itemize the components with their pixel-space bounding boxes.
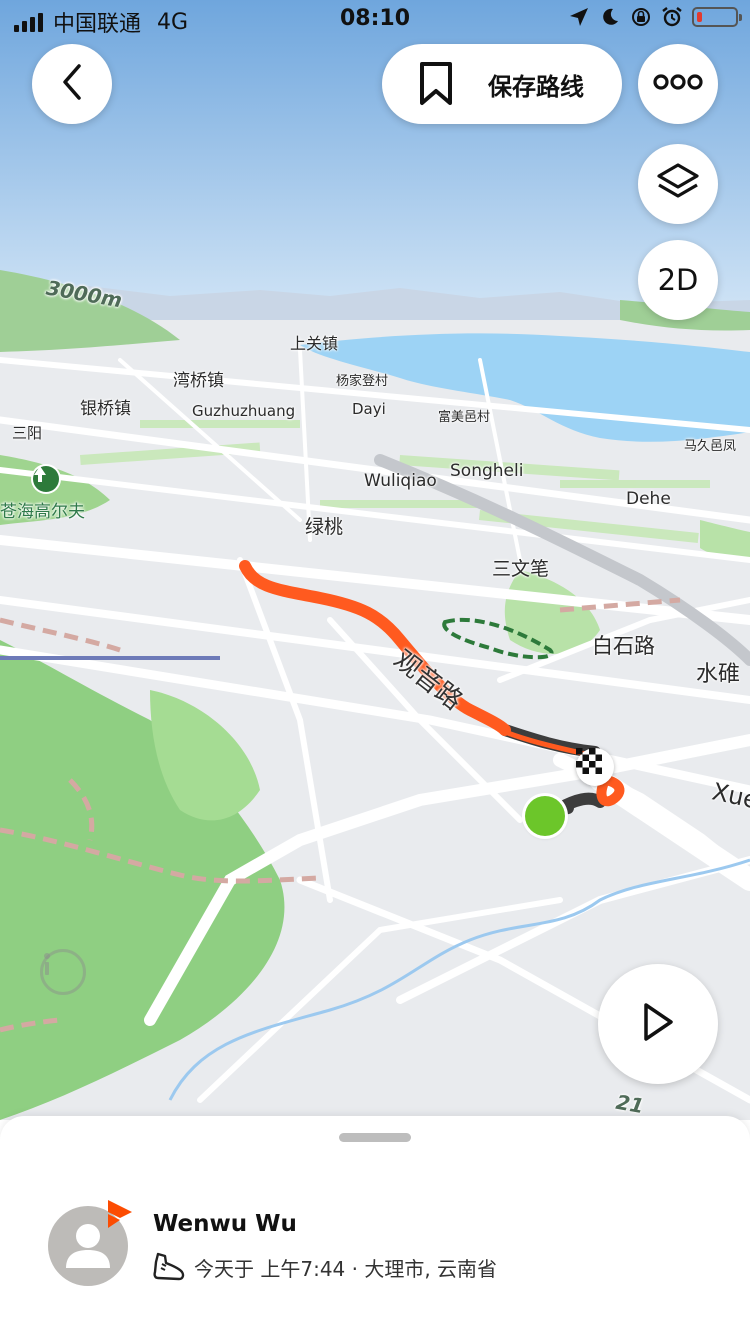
map-label-fumeiyi: 富美邑村 <box>438 410 491 425</box>
map-label-baishilu: 白石路 <box>592 634 655 658</box>
status-bar: 中国联通 4G 08:10 <box>0 0 750 40</box>
activity-bottom-sheet[interactable]: Wenwu Wu 今天于 上午7:44 · 大理市, 云南省 <box>0 1116 750 1334</box>
save-route-button[interactable]: 保存路线 <box>382 44 622 124</box>
location-arrow-icon <box>568 6 590 28</box>
battery-level <box>697 12 702 22</box>
chevron-left-icon <box>59 62 85 106</box>
view-mode-2d-button[interactable]: 2D <box>638 240 718 320</box>
view-mode-label: 2D <box>657 263 699 297</box>
activity-meta: 今天于 上午7:44 · 大理市, 云南省 <box>152 1252 497 1282</box>
map-label-sanwenbi: 三文笔 <box>492 558 550 580</box>
map-label-lvtao: 绿桃 <box>305 516 344 538</box>
layers-icon <box>655 161 701 207</box>
map-label-elevation-21: 21 <box>614 1089 646 1119</box>
map-label-yinqiao: 银桥镇 <box>80 399 131 419</box>
play-icon <box>641 1001 675 1047</box>
play-flyover-button[interactable] <box>598 964 718 1084</box>
save-route-label: 保存路线 <box>488 72 584 101</box>
more-dots-icon <box>653 72 703 96</box>
running-shoe-icon <box>152 1252 186 1282</box>
map-label-songheli: Songheli <box>450 461 524 481</box>
map-label-dayi: Dayi <box>352 400 386 418</box>
sheet-grabber[interactable] <box>339 1133 411 1142</box>
map-canvas[interactable] <box>0 0 750 1120</box>
route-start-marker[interactable] <box>525 796 565 836</box>
status-right <box>568 6 742 28</box>
map-label-canghai-golf: 苍海高尔夫 <box>0 502 85 522</box>
rotation-lock-icon <box>630 6 652 28</box>
route-screen: 上关镇 湾桥镇 杨家登村 银桥镇 Guzhuzhuang Dayi 富美邑村 三… <box>0 0 750 1334</box>
athlete-name[interactable]: Wenwu Wu <box>153 1211 297 1237</box>
map-label-sanyang: 三阳 <box>12 424 43 442</box>
info-icon[interactable] <box>40 949 86 995</box>
map-label-yangjiadeng: 杨家登村 <box>336 374 389 389</box>
moon-icon <box>599 6 621 28</box>
alarm-icon <box>661 6 683 28</box>
map-view[interactable]: 上关镇 湾桥镇 杨家登村 银桥镇 Guzhuzhuang Dayi 富美邑村 三… <box>0 0 750 1120</box>
map-label-majiuyi: 马久邑凤 <box>684 439 737 454</box>
map-label-shuidui: 水碓 <box>696 662 741 687</box>
more-options-button[interactable] <box>638 44 718 124</box>
map-label-shangguan: 上关镇 <box>290 334 339 353</box>
map-label-guzhuzhuang: Guzhuzhuang <box>192 402 296 420</box>
map-label-wanqiao: 湾桥镇 <box>173 371 224 391</box>
bookmark-icon <box>418 61 458 107</box>
golf-pin-icon[interactable] <box>33 466 59 492</box>
map-label-dehe: Dehe <box>626 489 671 509</box>
back-button[interactable] <box>32 44 112 124</box>
activity-date-location: 今天于 上午7:44 · 大理市, 云南省 <box>194 1256 498 1281</box>
battery-icon <box>692 7 742 27</box>
map-layers-button[interactable] <box>638 144 718 224</box>
map-label-wuliqiao: Wuliqiao <box>364 471 437 491</box>
checkered-flag-icon[interactable] <box>576 748 614 786</box>
strava-badge-icon <box>104 1200 132 1230</box>
